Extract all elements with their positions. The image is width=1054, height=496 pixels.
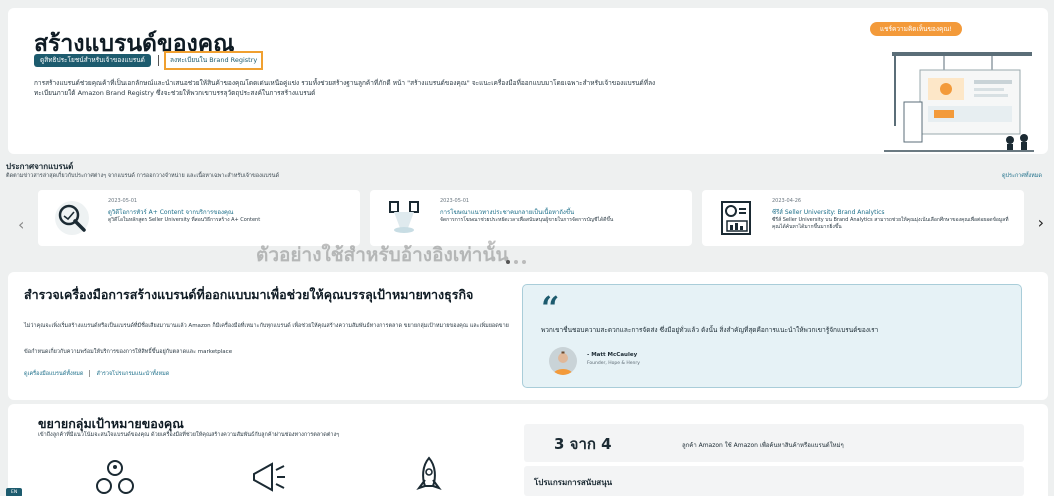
all-brand-tools-link[interactable]: ดูเครื่องมือแบรนด์ทั้งหมด <box>24 371 83 377</box>
avatar <box>549 347 577 375</box>
feedback-button[interactable]: แชร์ความคิดเห็นของคุณ! <box>869 22 962 36</box>
support-programs-card: โปรแกรมการสนับสนุน <box>524 466 1024 496</box>
carousel-dot[interactable] <box>522 260 526 264</box>
enroll-brand-registry-button[interactable]: ลงทะเบียนใน Brand Registry <box>164 51 264 70</box>
stat-text: ลูกค้า Amazon ใช้ Amazon เพื่อค้นหาสินค้… <box>682 442 844 449</box>
magnifier-icon <box>55 201 89 235</box>
support-programs-title: โปรแกรมการสนับสนุน <box>534 478 613 487</box>
stat-card: 3 จาก 4 ลูกค้า Amazon ใช้ Amazon เพื่อค้… <box>524 424 1024 462</box>
explore-description: ไม่ว่าคุณจะเพิ่งเริ่มสร้างแบรนด์หรือเป็น… <box>24 323 509 329</box>
testimonial-name: - Matt McCauley <box>587 352 638 358</box>
explore-note: ข้อกำหนดเกี่ยวกับความพร้อมให้บริการของกา… <box>24 349 233 355</box>
testimonial-text: พวกเขาชื่นชอบความสะดวกและการจัดส่ง ซึ่งม… <box>541 326 879 334</box>
card-date: 2023-05-01 <box>440 198 470 204</box>
explore-title: สำรวจเครื่องมือการสร้างแบรนด์ที่ออกแบบมา… <box>24 287 474 302</box>
card-description: ซีรีส์ Seller University บน Brand Analyt… <box>772 217 1009 230</box>
explore-tools-section: สำรวจเครื่องมือการสร้างแบรนด์ที่ออกแบบมา… <box>8 272 1048 400</box>
divider <box>89 370 91 377</box>
spotlight-icon <box>389 201 419 233</box>
testimonial-card: “ พวกเขาชื่นชอบความสะดวกและการจัดส่ง ซึ่… <box>522 284 1022 388</box>
carousel-dots[interactable] <box>506 260 526 264</box>
card-date: 2023-05-01 <box>108 198 138 204</box>
see-all-news-link[interactable]: ดูประกาศทั้งหมด <box>1002 172 1042 180</box>
hero-description: การสร้างแบรนด์ช่วยคุณค้าที่เป็นเอกลักษณ์… <box>34 79 656 97</box>
card-description: จัดการการโฆษณาช่วยประหยัดเวลาเพื่อสนับสน… <box>440 217 614 223</box>
explore-links: ดูเครื่องมือแบรนด์ทั้งหมด สำรวจโปรแกรมแนะ… <box>24 370 169 378</box>
divider <box>158 55 159 66</box>
news-subtitle: ติดตามข่าวสารล่าสุดเกี่ยวกับประกาศต่างๆ … <box>6 173 280 179</box>
rocket-icon <box>416 456 442 490</box>
all-programs-link[interactable]: สำรวจโปรแกรมแนะนำทั้งหมด <box>96 371 169 377</box>
carousel-dot[interactable] <box>514 260 518 264</box>
news-card[interactable]: 2023-05-01 ดูวิดีโอการทัวร์ A+ Content จ… <box>38 190 360 246</box>
grow-audience-section: ขยายกลุ่มเป้าหมายของคุณ เข้าถึงลูกค้าที่… <box>8 404 1048 496</box>
quote-icon: “ <box>541 289 560 327</box>
megaphone-icon <box>253 462 285 492</box>
news-card[interactable]: 2023-05-01 การโฆษณาแนวทางประชาคมกลายเป็น… <box>370 190 692 246</box>
testimonial-role: Founder, Hope & Henry <box>587 361 640 366</box>
benefits-button[interactable]: ดูสิทธิประโยชน์สำหรับเจ้าของแบรนด์ <box>34 54 151 67</box>
chevron-left-icon[interactable]: ‹ <box>18 215 24 234</box>
stat-value: 3 จาก 4 <box>554 435 612 453</box>
carousel-dot[interactable] <box>506 260 510 264</box>
network-icon <box>96 460 134 494</box>
card-title[interactable]: ดูวิดีโอการทัวร์ A+ Content จากบริการของ… <box>108 207 233 217</box>
language-badge[interactable]: EN <box>6 488 23 496</box>
hero-banner: สร้างแบรนด์ของคุณ ดูสิทธิประโยชน์สำหรับเ… <box>8 8 1048 154</box>
card-date: 2023-04-26 <box>772 198 802 204</box>
card-description: ดูวิดีโอในหลักสูตร Seller University ที่… <box>108 217 261 223</box>
grow-description: เข้าถึงลูกค้าที่มีแนวโน้มจะสนใจแบรนด์ของ… <box>38 432 340 438</box>
construction-illustration-icon <box>884 52 1034 152</box>
card-title[interactable]: ซีรีส์ Seller University: Brand Analytic… <box>772 207 885 217</box>
chevron-right-icon[interactable]: › <box>1038 213 1044 232</box>
news-card[interactable]: 2023-04-26 ซีรีส์ Seller University: Bra… <box>702 190 1024 246</box>
brand-news-section: ประกาศจากแบรนด์ ติดตามข่าวสารล่าสุดเกี่ย… <box>0 160 1054 270</box>
card-title[interactable]: การโฆษณาแนวทางประชาคมกลายเป็นเนื้อหาถังข… <box>440 207 574 217</box>
reference-watermark: ตัวอย่างใช้สำหรับอ้างอิงเท่านั้น <box>256 244 509 266</box>
analytics-board-icon <box>721 201 751 235</box>
